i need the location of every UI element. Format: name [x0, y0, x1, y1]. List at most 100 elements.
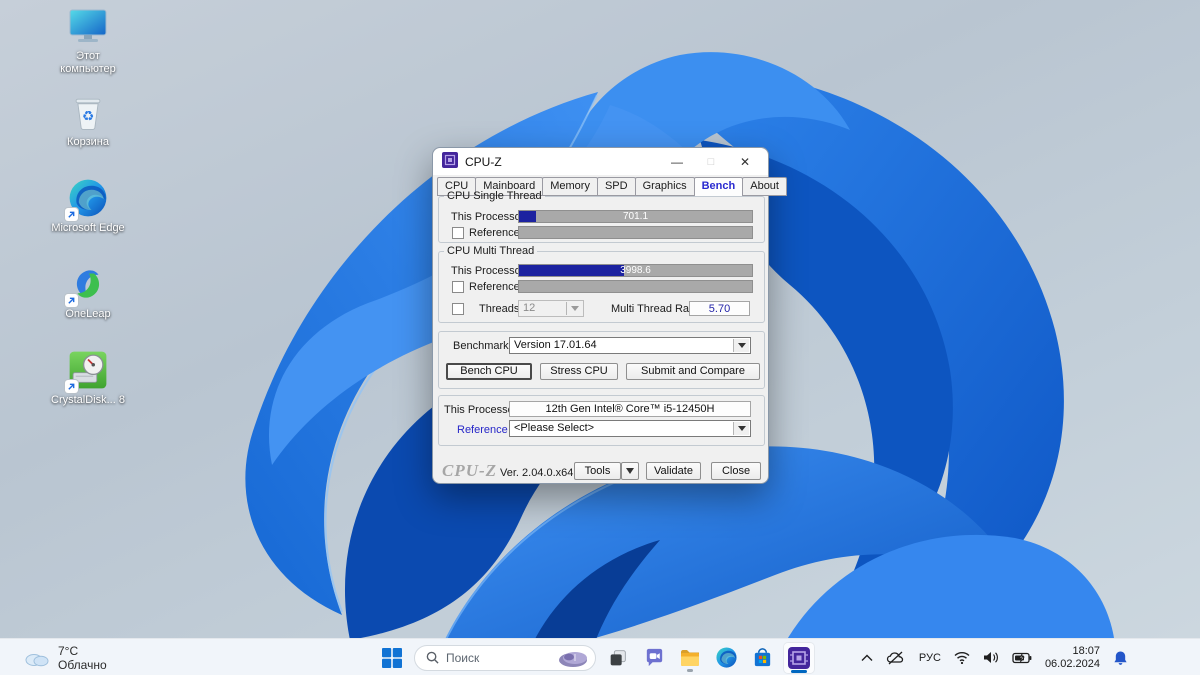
threads-checkbox[interactable]: [452, 303, 464, 315]
validate-button[interactable]: Validate: [646, 462, 701, 480]
dropdown-arrow-icon: [626, 468, 634, 474]
cloud-icon: [25, 653, 49, 666]
maximize-button: □: [707, 155, 715, 168]
search-icon: [426, 651, 439, 664]
combo-arrow-icon: [733, 339, 749, 352]
shortcut-arrow-icon: [65, 380, 78, 393]
crystaldisk-icon: [65, 348, 110, 393]
weather-widget[interactable]: 7°C Облачно: [14, 639, 117, 675]
shortcut-arrow-icon: [65, 208, 78, 221]
desktop-icon-this-pc[interactable]: Этот компьютер: [48, 4, 128, 90]
cpuz-taskbar-icon: [788, 646, 810, 669]
close-button[interactable]: ✕: [728, 148, 762, 175]
running-indicator: [687, 668, 693, 672]
task-view-button[interactable]: [604, 644, 632, 672]
window-title: CPU-Z: [465, 154, 502, 169]
multi-reference-label: Reference: [469, 281, 520, 293]
weather-condition: Облачно: [58, 657, 107, 672]
single-reference-bar: [518, 226, 753, 239]
single-reference-label: Reference: [469, 227, 520, 239]
cpuz-taskbar-button[interactable]: [784, 642, 814, 673]
desktop-icon-label: Корзина: [67, 136, 109, 148]
multi-reference-checkbox[interactable]: [452, 281, 464, 293]
benchmark-version-combo[interactable]: Version 17.01.64: [509, 337, 751, 354]
stress-cpu-button[interactable]: Stress CPU: [540, 363, 618, 380]
chat-icon: [646, 648, 662, 667]
desktop-icon-column: Этот компьютер ♻ Корзина Microsoft Edge …: [48, 4, 128, 434]
tray-chevron-icon[interactable]: [861, 654, 873, 662]
microsoft-store-icon: [754, 648, 770, 667]
taskbar-center: Поиск: [378, 639, 814, 675]
combo-arrow-icon: [733, 422, 749, 435]
onedrive-icon[interactable]: [886, 651, 906, 665]
desktop-icon-label: CrystalDisk... 8: [51, 394, 125, 406]
edge-icon: [65, 176, 110, 221]
cpuz-logo: CPU-Z: [442, 461, 498, 480]
tools-button[interactable]: Tools: [574, 462, 621, 480]
system-tray: РУС 18:07 06.02.2024: [861, 639, 1200, 675]
desktop-icon-label: Этот компьютер: [60, 50, 116, 75]
desktop-icon-label: OneLeap: [65, 308, 111, 320]
bench-cpu-button[interactable]: Bench CPU: [446, 363, 532, 380]
single-this-processor-label: This Processor: [451, 211, 525, 223]
microsoft-store-button[interactable]: [748, 644, 776, 672]
multi-thread-score-bar: 3998.6: [518, 264, 753, 277]
oneleap-icon: [65, 262, 110, 307]
start-button[interactable]: [378, 644, 406, 672]
desktop-icon-crystaldisk[interactable]: CrystalDisk... 8: [48, 348, 128, 434]
tray-date: 06.02.2024: [1044, 657, 1100, 670]
edge-icon: [715, 647, 737, 668]
threads-label: Threads: [479, 303, 520, 315]
windows-logo-icon: [382, 647, 402, 668]
clock[interactable]: 18:07 06.02.2024: [1045, 645, 1100, 671]
file-explorer-icon: [681, 649, 699, 666]
multi-this-processor-label: This Processor: [451, 265, 525, 277]
cpuz-app-icon: [442, 152, 458, 171]
volume-icon[interactable]: [983, 651, 999, 664]
wifi-icon[interactable]: [954, 651, 970, 664]
threads-combo[interactable]: 12: [518, 300, 584, 317]
reference-label: Reference: [457, 424, 508, 436]
single-thread-score-bar: 701.1: [518, 210, 753, 223]
file-explorer-button[interactable]: [676, 644, 704, 672]
cpuz-window: CPU-Z — □ ✕ CPU Mainboard Memory SPD Gra…: [432, 147, 787, 484]
language-indicator[interactable]: РУС: [919, 652, 941, 664]
multi-thread-ratio-label: Multi Thread Ratio: [611, 303, 701, 315]
active-indicator: [791, 669, 807, 673]
submit-and-compare-button[interactable]: Submit and Compare: [626, 363, 760, 380]
tools-dropdown-button[interactable]: [621, 462, 639, 480]
this-processor-label: This Processor: [444, 404, 518, 416]
weather-temp: 7°C: [58, 643, 79, 658]
tray-time: 18:07: [1072, 644, 1100, 657]
single-thread-legend: CPU Single Thread: [447, 190, 542, 202]
desktop: { "desktop": { "icons": [ { "label": "Эт…: [0, 0, 1200, 675]
cpuz-titlebar[interactable]: CPU-Z — □ ✕: [433, 148, 768, 175]
multi-thread-legend: CPU Multi Thread: [447, 245, 535, 257]
reference-select-combo[interactable]: <Please Select>: [509, 420, 751, 437]
battery-icon[interactable]: [1012, 652, 1032, 664]
desktop-icon-label: Microsoft Edge: [51, 222, 125, 234]
this-processor-value: 12th Gen Intel® Core™ i5-12450H: [509, 401, 751, 417]
desktop-icon-oneleap[interactable]: OneLeap: [48, 262, 128, 348]
edge-button[interactable]: [712, 644, 740, 672]
benchmark-label: Benchmark: [453, 340, 509, 352]
desktop-icon-edge[interactable]: Microsoft Edge: [48, 176, 128, 262]
version-text: Ver. 2.04.0.x64: [500, 467, 574, 479]
multi-thread-ratio-value: 5.70: [689, 301, 750, 316]
minimize-button[interactable]: —: [660, 148, 694, 175]
multi-thread-score: 3998.6: [620, 265, 651, 276]
combo-arrow-icon: [566, 302, 582, 315]
search-placeholder: Поиск: [446, 650, 480, 665]
search-highlight-image[interactable]: [553, 648, 589, 668]
svg-text:♻: ♻: [82, 108, 94, 124]
this-pc-icon: [66, 4, 110, 48]
desktop-icon-recycle-bin[interactable]: ♻ Корзина: [48, 90, 128, 176]
single-reference-checkbox[interactable]: [452, 227, 464, 239]
single-thread-score: 701.1: [622, 211, 649, 222]
chat-button[interactable]: [640, 644, 668, 672]
shortcut-arrow-icon: [65, 294, 78, 307]
notification-bell-icon[interactable]: [1113, 650, 1128, 666]
search-box[interactable]: Поиск: [414, 644, 596, 671]
taskbar: 7°C Облачно Поиск РУС 18:07 06.02.2024: [0, 638, 1200, 675]
close-window-button[interactable]: Close: [711, 462, 761, 480]
